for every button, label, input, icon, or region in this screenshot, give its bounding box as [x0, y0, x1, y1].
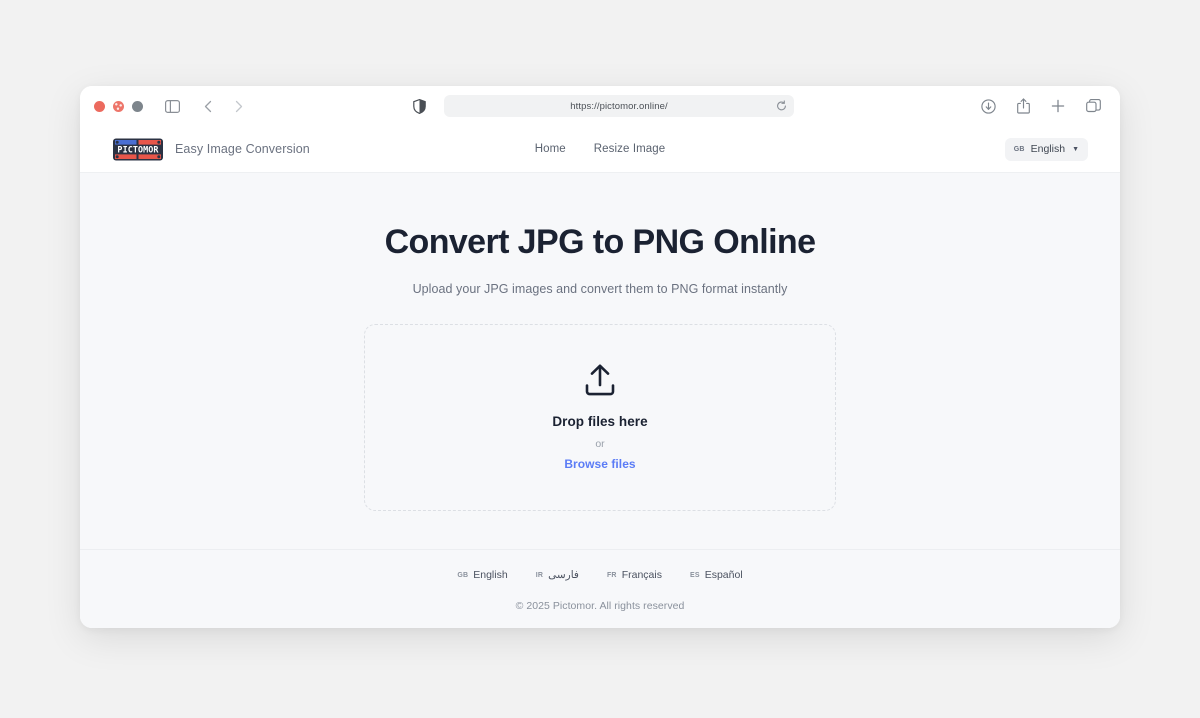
footer-language-label-english: English	[473, 569, 508, 581]
close-window-button[interactable]	[94, 100, 105, 112]
footer-language-list: GB English IR فارسی FR Français ES Españ…	[457, 569, 742, 581]
brand-tagline: Easy Image Conversion	[175, 142, 310, 156]
minimize-window-button[interactable]	[113, 100, 124, 112]
page-title: Convert JPG to PNG Online	[384, 223, 816, 261]
toolbar-left-group	[159, 93, 251, 119]
page-subtitle: Upload your JPG images and convert them …	[412, 282, 788, 296]
file-dropzone[interactable]: Drop files here or Browse files	[364, 324, 836, 511]
footer-flag-code-fr: FR	[606, 571, 617, 579]
dropzone-or-label: or	[595, 438, 605, 450]
site-footer: GB English IR فارسی FR Français ES Españ…	[80, 549, 1120, 628]
share-icon[interactable]	[1010, 93, 1036, 119]
footer-language-label-spanish: Español	[704, 569, 743, 581]
upload-icon	[583, 364, 617, 397]
site-header: PICTOMOR Easy Image Conversion Home Resi…	[80, 126, 1120, 173]
language-selector-label: English	[1030, 143, 1066, 155]
brand[interactable]: PICTOMOR Easy Image Conversion	[112, 137, 310, 162]
tab-overview-icon[interactable]	[1080, 93, 1106, 119]
footer-language-english[interactable]: GB English	[457, 569, 507, 581]
footer-language-label-persian: فارسی	[548, 569, 579, 581]
maximize-window-button[interactable]	[132, 100, 143, 112]
downloads-icon[interactable]	[975, 93, 1001, 119]
footer-flag-code-es: ES	[689, 571, 700, 579]
footer-language-label-french: Français	[621, 569, 662, 581]
back-icon[interactable]	[195, 93, 221, 119]
pictomor-logo-icon: PICTOMOR	[112, 137, 164, 162]
footer-language-french[interactable]: FR Français	[607, 569, 662, 581]
forward-icon[interactable]	[225, 93, 251, 119]
language-selector[interactable]: GB English ▼	[1004, 137, 1088, 161]
site-nav: Home Resize Image	[535, 143, 666, 155]
nav-link-home[interactable]: Home	[535, 143, 566, 155]
footer-flag-code-gb: GB	[457, 571, 469, 579]
dropzone-title: Drop files here	[552, 414, 648, 429]
nav-buttons	[195, 93, 251, 119]
chevron-down-icon: ▼	[1072, 145, 1079, 153]
language-flag-code: GB	[1013, 145, 1025, 153]
svg-text:PICTOMOR: PICTOMOR	[117, 144, 159, 154]
sidebar-icon[interactable]	[159, 93, 185, 119]
new-tab-icon[interactable]	[1045, 93, 1071, 119]
shield-icon[interactable]	[406, 93, 432, 119]
browser-toolbar: https://pictomor.online/	[80, 86, 1120, 126]
main-section: Convert JPG to PNG Online Upload your JP…	[80, 173, 1120, 549]
url-text: https://pictomor.online/	[570, 100, 668, 112]
footer-language-spanish[interactable]: ES Español	[690, 569, 743, 581]
page-content: PICTOMOR Easy Image Conversion Home Resi…	[80, 126, 1120, 628]
browse-files-link[interactable]: Browse files	[564, 457, 635, 471]
browser-window: https://pictomor.online/ PICTOMOR Easy I…	[80, 86, 1120, 628]
footer-flag-code-ir: IR	[535, 571, 544, 579]
address-bar[interactable]: https://pictomor.online/	[444, 95, 794, 117]
copyright-text: © 2025 Pictomor. All rights reserved	[515, 600, 685, 612]
traffic-lights	[94, 100, 143, 112]
footer-language-persian[interactable]: IR فارسی	[536, 569, 579, 581]
reload-icon[interactable]	[776, 100, 787, 112]
toolbar-right-group	[975, 93, 1106, 119]
nav-link-resize-image[interactable]: Resize Image	[594, 143, 666, 155]
